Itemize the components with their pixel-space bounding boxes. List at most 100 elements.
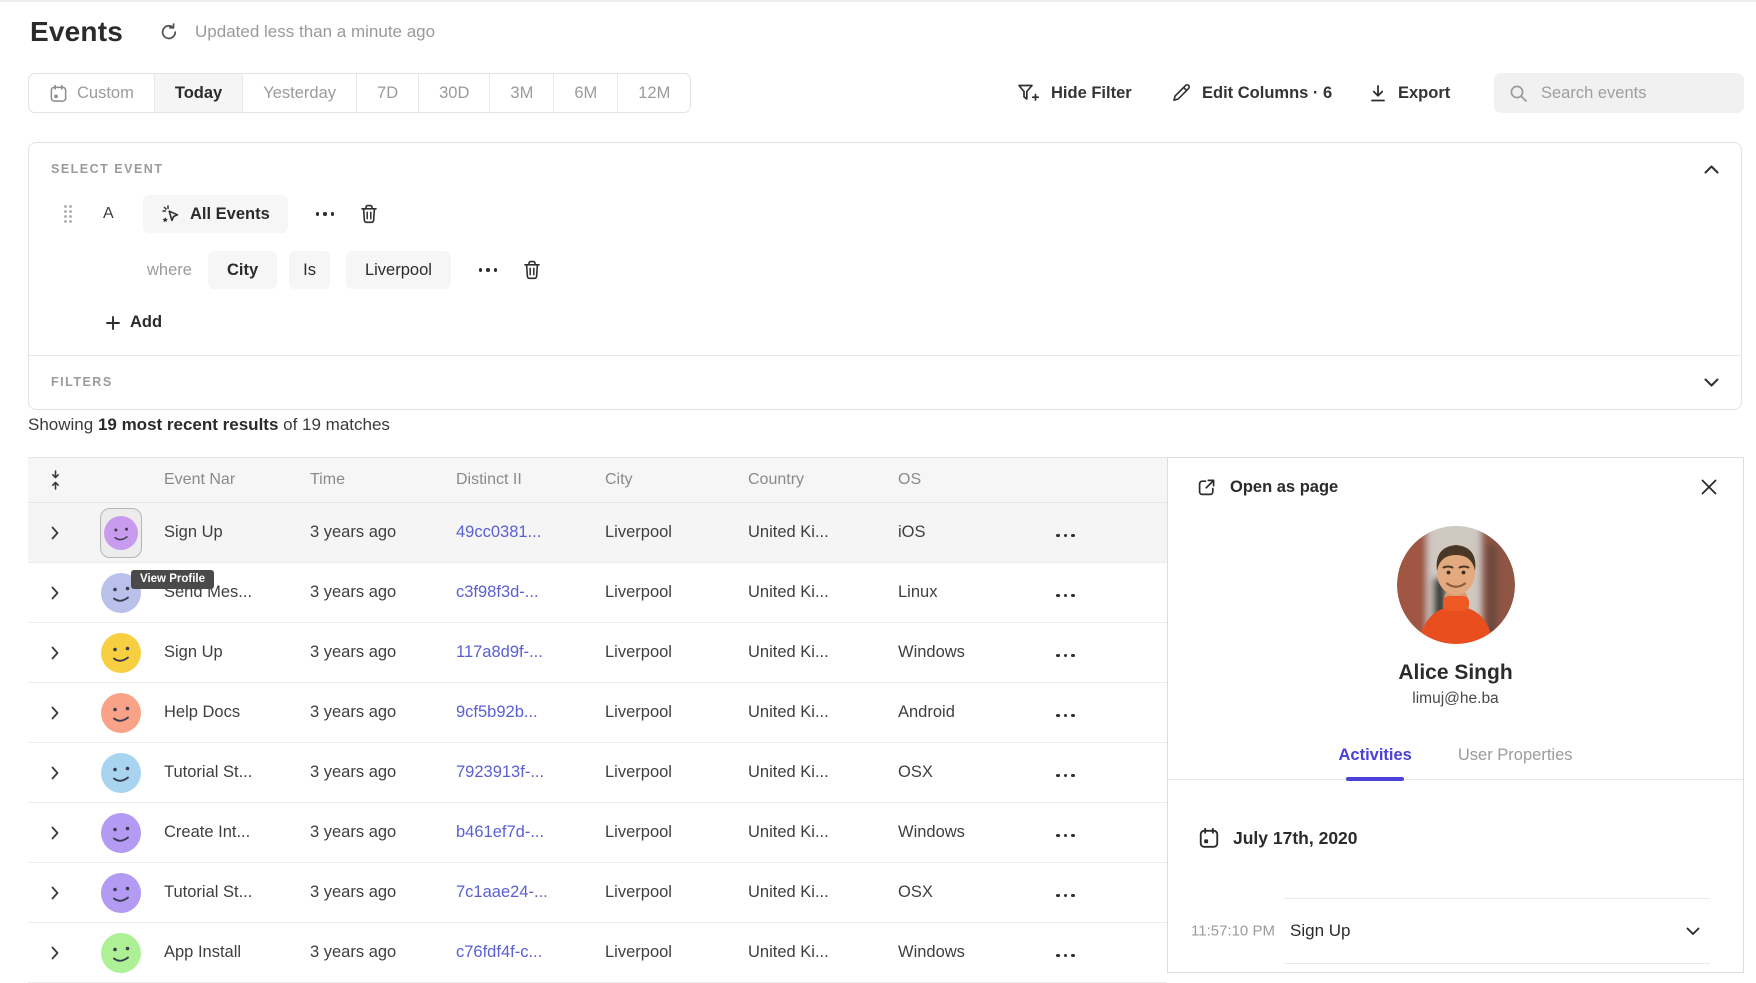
date-range-tab-custom[interactable]: Custom [29,74,155,112]
event-country: United Ki... [744,943,894,962]
activity-time: 11:57:10 PM [1191,923,1275,940]
view-profile-tooltip: View Profile [131,570,214,589]
date-range-tab-6m[interactable]: 6M [554,74,618,112]
row-menu-button[interactable] [1052,590,1079,602]
table-header-row: Event Nar Time Distinct II City Country … [28,457,1167,503]
activity-expand-chevron-down-icon[interactable] [1686,927,1700,936]
profile-panel: Open as page [1167,457,1744,973]
refresh-icon [159,22,179,42]
condition-value-chip[interactable]: Liverpool [346,251,451,289]
col-header-time[interactable]: Time [306,471,452,489]
date-range-tab-3m[interactable]: 3M [490,74,554,112]
distinct-id-link[interactable]: c3f98f3d-... [456,583,539,601]
row-menu-button[interactable] [1052,770,1079,782]
profile-photo [1397,526,1515,644]
drag-handle-icon[interactable] [63,204,73,224]
event-time: 3 years ago [306,943,452,962]
date-range-tab-7d[interactable]: 7D [357,74,419,112]
hide-filter-button[interactable]: Hide Filter [1017,73,1132,113]
event-os: Linux [894,583,1010,602]
date-range-tab-yesterday[interactable]: Yesterday [243,74,357,112]
row-menu-button[interactable] [1052,950,1079,962]
close-panel-x-icon[interactable] [1701,479,1717,495]
date-range-tab-today[interactable]: Today [155,74,243,112]
row-menu-button[interactable] [1052,650,1079,662]
distinct-id-link[interactable]: 7c1aae24-... [456,883,548,901]
date-range-label: Today [175,84,222,103]
event-country: United Ki... [744,883,894,902]
date-range-label: Custom [77,84,134,103]
edit-columns-button[interactable]: Edit Columns · 6 [1171,73,1332,113]
distinct-id-link[interactable]: c76fdf4f-c... [456,943,542,961]
event-city: Liverpool [601,883,744,902]
user-avatar[interactable] [101,873,141,913]
refresh-button[interactable] [159,22,179,42]
col-header-os[interactable]: OS [894,471,1010,489]
col-header-country[interactable]: Country [744,471,894,489]
filters-section-header[interactable]: FILTERS [29,355,1741,409]
user-avatar[interactable] [101,753,141,793]
col-header-event-name[interactable]: Event Nar [160,471,306,489]
add-event-button[interactable]: Add [106,313,162,332]
event-name: Create Int... [160,823,306,842]
expand-row-chevron-right-icon[interactable] [51,766,59,780]
event-country: United Ki... [744,823,894,842]
expand-row-chevron-right-icon[interactable] [51,706,59,720]
export-button[interactable]: Export [1369,73,1450,113]
expand-row-chevron-right-icon[interactable] [51,826,59,840]
col-header-city[interactable]: City [601,471,744,489]
tab-activities[interactable]: Activities [1339,746,1412,765]
event-city: Liverpool [601,943,744,962]
user-avatar[interactable] [101,633,141,673]
col-header-distinct-id[interactable]: Distinct II [452,471,601,489]
row-menu-button[interactable] [1052,530,1079,542]
expand-filters-chevron-down-icon[interactable] [1704,378,1719,387]
event-country: United Ki... [744,523,894,542]
event-time: 3 years ago [306,823,452,842]
condition-more-options-button[interactable] [475,264,502,276]
date-range-tabs: Custom Today Yesterday 7D 30D 3M 6M 12M [28,73,691,113]
results-prefix: Showing [28,415,98,434]
event-country: United Ki... [744,703,894,722]
distinct-id-link[interactable]: 9cf5b92b... [456,703,538,721]
row-menu-button[interactable] [1052,890,1079,902]
delete-event-trash-icon[interactable] [360,204,378,224]
event-country: United Ki... [744,763,894,782]
condition-property-chip[interactable]: City [208,251,277,289]
expand-row-chevron-right-icon[interactable] [51,646,59,660]
collapse-section-chevron-up-icon[interactable] [1704,165,1719,174]
user-avatar[interactable] [101,693,141,733]
date-range-tab-30d[interactable]: 30D [419,74,490,112]
distinct-id-link[interactable]: 49cc0381... [456,523,541,541]
events-page: { "page": { "title": "Events", "updated"… [0,0,1756,971]
event-more-options-button[interactable] [312,208,339,220]
distinct-id-link[interactable]: b461ef7d-... [456,823,544,841]
open-as-page-button[interactable]: Open as page [1196,477,1338,498]
event-time: 3 years ago [306,763,452,782]
user-avatar[interactable] [101,933,141,973]
expand-row-chevron-right-icon[interactable] [51,586,59,600]
external-link-icon [1196,477,1217,498]
search-input[interactable] [1541,84,1726,103]
event-os: Android [894,703,1010,722]
expand-row-chevron-right-icon[interactable] [51,526,59,540]
open-as-page-label: Open as page [1230,478,1338,497]
event-os: Windows [894,943,1010,962]
condition-operator-chip[interactable]: Is [289,251,330,289]
hide-filter-label: Hide Filter [1051,84,1132,103]
expand-row-chevron-right-icon[interactable] [51,886,59,900]
date-range-tab-12m[interactable]: 12M [618,74,690,112]
row-menu-button[interactable] [1052,710,1079,722]
table-row: Help Docs 3 years ago 9cf5b92b... Liverp… [28,683,1167,743]
user-avatar[interactable] [104,516,138,550]
distinct-id-link[interactable]: 7923913f-... [456,763,544,781]
row-menu-button[interactable] [1052,830,1079,842]
activity-entry[interactable]: 11:57:10 PM Sign Up [1284,898,1710,964]
distinct-id-link[interactable]: 117a8d9f-... [456,643,543,661]
tab-user-properties[interactable]: User Properties [1458,746,1573,765]
expand-row-chevron-right-icon[interactable] [51,946,59,960]
event-selector-button[interactable]: All Events [143,195,288,233]
delete-condition-trash-icon[interactable] [523,260,541,280]
sort-collapse-icon[interactable] [28,470,82,490]
user-avatar[interactable] [101,813,141,853]
